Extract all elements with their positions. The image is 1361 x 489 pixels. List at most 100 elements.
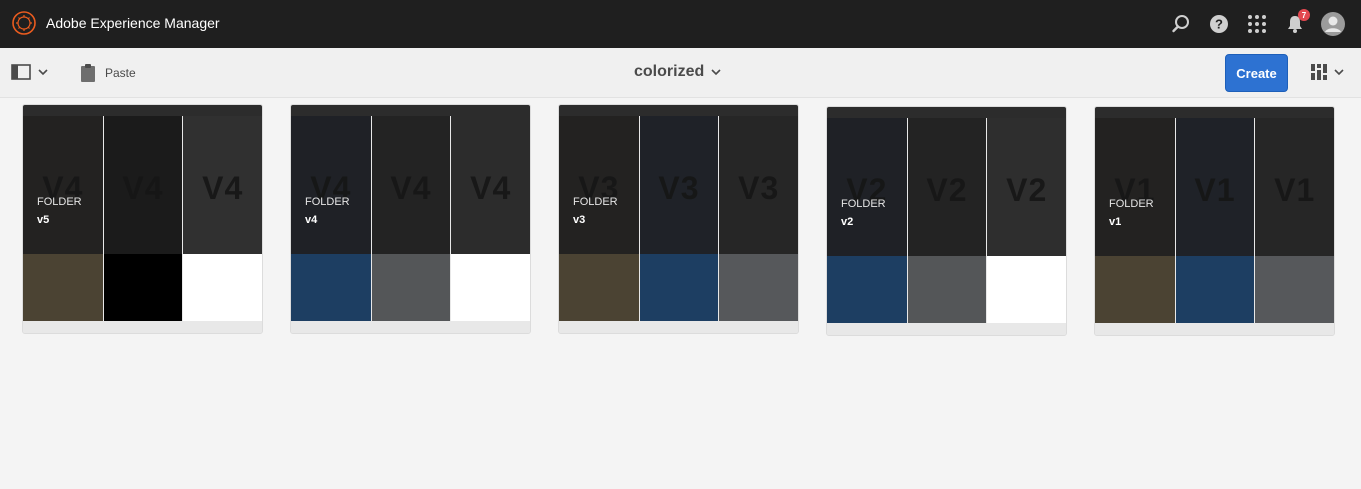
folder-card[interactable]: V4 V4 V4 FOLDER v4: [290, 104, 531, 334]
notification-badge: 7: [1298, 9, 1310, 21]
card-title: v3: [573, 214, 586, 226]
view-switcher[interactable]: [1311, 64, 1345, 80]
thumbnail-label: V4: [470, 169, 512, 206]
card-title: v4: [305, 214, 318, 226]
color-swatch: [103, 254, 183, 321]
card-type-label: FOLDER: [37, 196, 82, 208]
card-footer: [559, 321, 798, 333]
thumbnail-label: V4: [390, 169, 432, 206]
card-footer: [1095, 323, 1334, 335]
user-avatar[interactable]: [1320, 11, 1346, 37]
thumbnail-preview: V3: [559, 116, 639, 254]
help-icon[interactable]: ?: [1206, 11, 1232, 37]
create-button[interactable]: Create: [1225, 54, 1288, 92]
card-type-label: FOLDER: [573, 196, 618, 208]
card-top-strip: [23, 105, 262, 116]
shell-header: Adobe Experience Manager ? 7: [0, 0, 1361, 48]
card-footer: [291, 321, 530, 333]
paste-label: Paste: [105, 66, 136, 80]
sidebar-icon: [11, 64, 31, 80]
color-swatch: [1175, 256, 1255, 323]
thumbnail-preview: V4: [291, 116, 371, 254]
thumbnail-preview: V3: [719, 116, 798, 254]
thumbnail-label: V2: [1006, 171, 1048, 208]
chevron-down-icon: [38, 69, 48, 76]
thumbnail-column: V2: [986, 118, 1066, 323]
thumbnail-preview: V1: [1255, 118, 1334, 256]
thumbnail-preview: V2: [827, 118, 907, 256]
brand[interactable]: Adobe Experience Manager: [12, 11, 220, 35]
chevron-down-icon: [1334, 69, 1344, 76]
color-swatch: [183, 254, 262, 321]
card-type-label: FOLDER: [305, 196, 350, 208]
thumbnail-label: V1: [1274, 171, 1316, 208]
color-swatch: [987, 256, 1066, 323]
folder-card[interactable]: V2 V2 V2 FOLDER v2: [826, 106, 1067, 336]
thumbnail-preview: V3: [639, 116, 719, 254]
thumbnail-label: V2: [926, 171, 968, 208]
aem-logo-icon: [12, 11, 36, 35]
search-icon[interactable]: [1168, 11, 1194, 37]
action-bar: Paste colorized Create: [0, 48, 1361, 98]
color-swatch: [639, 254, 719, 321]
thumbnail-column: V3: [718, 116, 798, 321]
color-swatch: [291, 254, 371, 321]
thumbnail-label: V3: [658, 169, 700, 206]
color-swatch: [559, 254, 639, 321]
bell-icon[interactable]: 7: [1282, 9, 1310, 37]
thumbnail-preview: V1: [1175, 118, 1255, 256]
card-info: FOLDER v4: [305, 196, 350, 226]
card-footer: [827, 323, 1066, 335]
thumbnail-column: V4: [182, 116, 262, 321]
card-top-strip: [291, 105, 530, 116]
color-swatch: [719, 254, 798, 321]
card-type-label: FOLDER: [1109, 198, 1154, 210]
color-swatch: [827, 256, 907, 323]
folder-title: colorized: [634, 63, 705, 80]
folder-card[interactable]: V3 V3 V3 FOLDER v3: [558, 104, 799, 334]
thumbnail-column: V2: [906, 118, 987, 323]
thumbnail-column: V4: [450, 116, 530, 321]
color-swatch: [451, 254, 530, 321]
thumbnail-label: V4: [202, 169, 244, 206]
card-view-icon: [1311, 64, 1327, 80]
thumbnail-preview: V1: [1095, 118, 1175, 256]
app-grid-icon[interactable]: [1244, 11, 1270, 37]
thumbnail-column: V4: [370, 116, 451, 321]
folder-card[interactable]: V4 V4 V4 FOLDER v5: [22, 104, 263, 334]
thumbnail-preview: V2: [987, 118, 1066, 256]
card-footer: [23, 321, 262, 333]
chevron-down-icon: [711, 69, 721, 76]
thumbnail-preview: V4: [23, 116, 103, 254]
paste-button[interactable]: Paste: [80, 63, 136, 83]
rail-toggle-button[interactable]: [11, 64, 49, 80]
thumbnail-column: V3: [638, 116, 719, 321]
color-swatch: [907, 256, 987, 323]
card-info: FOLDER v1: [1109, 198, 1154, 228]
thumbnail-preview: V4: [371, 116, 451, 254]
clipboard-icon: [81, 64, 95, 82]
folder-card[interactable]: V1 V1 V1 FOLDER v1: [1094, 106, 1335, 336]
svg-text:?: ?: [1215, 17, 1223, 32]
thumbnail-column: V1: [1254, 118, 1334, 323]
thumbnail-preview: V2: [907, 118, 987, 256]
thumbnail-label: V1: [1194, 171, 1236, 208]
card-info: FOLDER v2: [841, 198, 886, 228]
thumbnail-preview: V4: [103, 116, 183, 254]
color-swatch: [23, 254, 103, 321]
card-info: FOLDER v5: [37, 196, 82, 226]
thumbnail-column: V4: [102, 116, 183, 321]
thumbnail-preview: V4: [451, 116, 530, 254]
card-title: v5: [37, 214, 50, 226]
card-title: v1: [1109, 216, 1122, 228]
card-type-label: FOLDER: [841, 198, 886, 210]
folder-title-dropdown[interactable]: colorized: [634, 63, 722, 81]
card-info: FOLDER v3: [573, 196, 618, 226]
thumbnail-label: V3: [738, 169, 780, 206]
color-swatch: [1255, 256, 1334, 323]
app-title: Adobe Experience Manager: [46, 15, 220, 31]
thumbnail-column: V1: [1174, 118, 1255, 323]
thumbnail-label: V4: [122, 169, 164, 206]
color-swatch: [371, 254, 451, 321]
color-swatch: [1095, 256, 1175, 323]
